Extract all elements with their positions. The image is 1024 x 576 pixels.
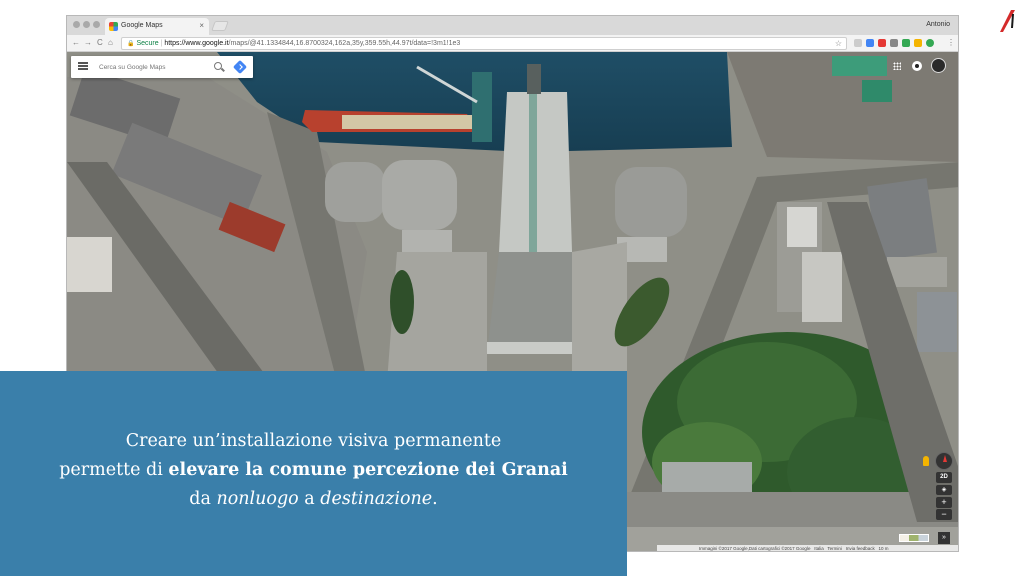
browser-menu-icon[interactable]: ⋮ [947, 37, 955, 49]
caption-line-2-prefix: permette di [59, 460, 169, 480]
apartment-block [917, 292, 957, 352]
caption-line-3: da nonluogo a destinazione. [0, 485, 627, 514]
reload-button[interactable]: C [97, 37, 103, 49]
menu-icon[interactable] [78, 62, 88, 70]
zoom-out-button[interactable]: − [936, 509, 952, 520]
title-bar: Google Maps × Antonio [67, 16, 958, 35]
ship-deck [342, 115, 472, 129]
tab-google-maps[interactable]: Google Maps × [105, 18, 209, 35]
caption-destinazione: destinazione [320, 489, 433, 509]
caption-line-2: permette di elevare la comune percezione… [0, 456, 627, 485]
caption-line-3-suffix: . [432, 489, 438, 509]
close-window-icon[interactable] [73, 21, 80, 28]
attribution-feedback[interactable]: Invia feedback [846, 546, 875, 551]
bookmark-star-icon[interactable]: ☆ [835, 38, 842, 49]
secure-label: Secure [136, 40, 159, 47]
extension-icon[interactable] [878, 39, 886, 47]
extension-icon[interactable] [914, 39, 922, 47]
profile-name[interactable]: Antonio [926, 21, 950, 28]
map-layers-thumbnail[interactable] [899, 534, 929, 542]
minimize-window-icon[interactable] [83, 21, 90, 28]
grain-silo-shaft [487, 252, 572, 352]
white-building [67, 237, 112, 292]
extension-icon[interactable] [926, 39, 934, 47]
port-crane [472, 72, 492, 142]
new-tab-button[interactable] [211, 21, 229, 31]
caption-panel: Creare un’installazione visiva permanent… [0, 371, 627, 576]
url-path: /maps/@41.1334844,16.8700324,162a,35y,35… [228, 40, 461, 47]
notifications-icon[interactable] [912, 61, 922, 71]
maximize-window-icon[interactable] [93, 21, 100, 28]
caption-line-3-prefix: da [189, 489, 217, 509]
caption-highlight: elevare la comune percezione dei Granai [168, 460, 568, 480]
vaulted-warehouse [382, 160, 457, 230]
home-button[interactable]: ⌂ [108, 37, 113, 49]
caption-line-1: Creare un’installazione visiva permanent… [125, 431, 502, 451]
tab-close-icon[interactable]: × [199, 21, 204, 30]
attribution-terms[interactable]: Termini [827, 546, 842, 551]
vaulted-warehouse [325, 162, 385, 222]
lock-icon: 🔒 [127, 41, 135, 47]
silo-tower [527, 64, 541, 94]
attribution-country[interactable]: Italia [814, 546, 824, 551]
toggle-2d-button[interactable]: 2D [936, 472, 952, 483]
back-button[interactable]: ← [72, 37, 80, 49]
account-avatar[interactable] [931, 58, 946, 73]
zoom-in-button[interactable]: + [936, 497, 952, 508]
apps-grid-icon[interactable] [893, 62, 901, 70]
pegman-icon[interactable] [923, 456, 929, 466]
caption-nonluogo: nonluogo [216, 489, 299, 509]
extension-icon[interactable] [854, 39, 862, 47]
extension-icon[interactable] [890, 39, 898, 47]
tab-title: Google Maps [121, 22, 163, 29]
browser-toolbar: ← → C ⌂ 🔒 Secure | https://www.google.it… [67, 35, 958, 52]
map-scale[interactable]: 10 m [878, 546, 888, 551]
red-slash-logo-icon [1000, 10, 1015, 32]
extension-icon[interactable] [866, 39, 874, 47]
caption-line-3-middle: a [298, 489, 321, 509]
maps-search-box[interactable] [71, 56, 253, 78]
address-bar[interactable]: 🔒 Secure | https://www.google.it/maps/@4… [121, 37, 847, 50]
container-stack [832, 56, 887, 76]
google-maps-favicon-icon [109, 22, 118, 31]
vaulted-warehouse [615, 167, 687, 237]
container-stack [862, 80, 892, 102]
url-host: https://www.google.it [164, 40, 229, 47]
maps-search-input[interactable] [99, 60, 209, 74]
extension-icon[interactable] [902, 39, 910, 47]
tilt-button[interactable]: ◈ [936, 485, 952, 495]
compass-icon[interactable] [935, 452, 953, 470]
park-building [662, 462, 752, 492]
directions-icon[interactable] [232, 59, 248, 75]
map-attribution: Immagini ©2017 Google,Dati cartografici … [657, 545, 958, 551]
search-icon[interactable] [214, 62, 222, 70]
expand-icon[interactable]: » [938, 532, 950, 544]
forward-button[interactable]: → [84, 37, 92, 49]
attribution-imagery: Immagini ©2017 Google,Dati cartografici … [699, 546, 811, 551]
